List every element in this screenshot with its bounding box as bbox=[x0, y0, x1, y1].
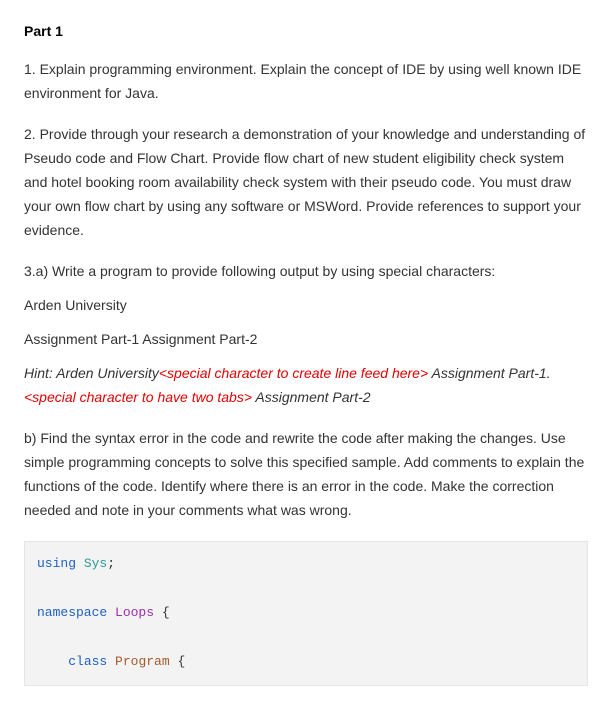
question-3b: b) Find the syntax error in the code and… bbox=[24, 427, 588, 522]
code-block: using Sys; namespace Loops { class Progr… bbox=[24, 541, 588, 686]
code-ident-program: Program bbox=[115, 654, 170, 669]
code-ident-loops: Loops bbox=[115, 605, 154, 620]
hint-mid: Assignment Part-1. bbox=[428, 365, 550, 381]
hint-prefix: Hint: Arden University bbox=[24, 365, 159, 381]
code-semicolon: ; bbox=[107, 556, 115, 571]
hint-red-1: <special character to create line feed h… bbox=[159, 365, 428, 381]
question-3a-intro: 3.a) Write a program to provide followin… bbox=[24, 260, 588, 284]
question-1: 1. Explain programming environment. Expl… bbox=[24, 58, 588, 106]
question-2: 2. Provide through your research a demon… bbox=[24, 123, 588, 242]
hint-red-2: <special character to have two tabs> bbox=[24, 389, 252, 405]
code-keyword-class: class bbox=[68, 654, 107, 669]
code-keyword-namespace: namespace bbox=[37, 605, 107, 620]
code-ident-sys: Sys bbox=[84, 556, 107, 571]
code-keyword-using: using bbox=[37, 556, 76, 571]
question-3a-output-line1: Arden University bbox=[24, 294, 588, 318]
code-brace-1: { bbox=[154, 605, 170, 620]
question-3a-output-line2: Assignment Part-1 Assignment Part-2 bbox=[24, 328, 588, 352]
question-3a-hint: Hint: Arden University<special character… bbox=[24, 362, 588, 410]
code-brace-2: { bbox=[170, 654, 186, 669]
hint-suffix: Assignment Part-2 bbox=[252, 389, 371, 405]
part-heading: Part 1 bbox=[24, 20, 588, 44]
